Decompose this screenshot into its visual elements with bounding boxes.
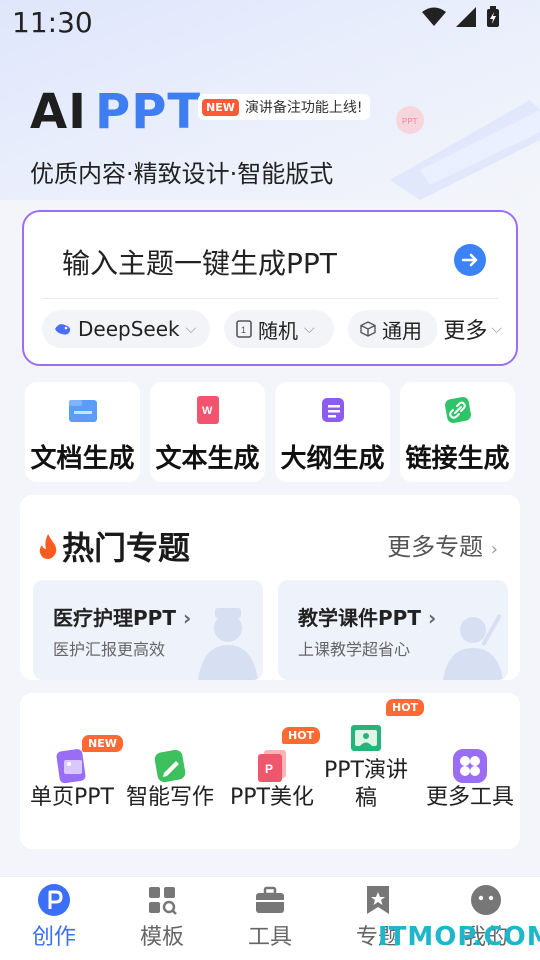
signal-icon: [456, 7, 476, 27]
tagline: 优质内容·精致设计·智能版式: [30, 160, 334, 188]
scene-chip[interactable]: 通用: [348, 310, 438, 348]
hot-badge: HOT: [282, 727, 321, 744]
svg-text:P: P: [265, 762, 273, 776]
more-options-button[interactable]: 更多 ⌵: [437, 310, 502, 348]
hot-badge: HOT: [386, 699, 425, 716]
status-time: 11:30: [12, 6, 93, 39]
deepseek-icon: [55, 324, 71, 335]
nav-create[interactable]: 创作: [14, 883, 94, 951]
tool-label: 更多工具: [425, 785, 514, 810]
style-chip[interactable]: 1 随机 ⌵: [224, 310, 334, 348]
pencil-icon: [154, 749, 186, 783]
chevron-down-icon: ⌵: [185, 321, 197, 337]
tool-label: 文本生成: [155, 444, 260, 474]
flame-icon: [39, 534, 57, 559]
nurse-illustration: [198, 608, 258, 680]
svg-text:W: W: [202, 405, 213, 417]
topic-title: 医疗护理PPT ›: [53, 606, 192, 630]
notice-text: 演讲备注功能上线!: [244, 100, 363, 116]
ppt-file-icon: P: [258, 750, 286, 782]
chevron-down-icon: ⌵: [491, 321, 502, 337]
tool-link-generate[interactable]: 链接生成: [400, 382, 515, 482]
new-tag: NEW: [202, 98, 239, 116]
presenter-icon: [351, 725, 381, 751]
hero-illustration: PPT: [390, 100, 540, 200]
chevron-down-icon: ⌵: [304, 321, 315, 337]
topic-input-card[interactable]: 输入主题一键生成PPT DeepSeek ⌵ 1 随机 ⌵ 通用 更多 ⌵: [22, 210, 518, 366]
nav-tools[interactable]: 工具: [230, 883, 310, 951]
brand-ppt: PPT: [95, 84, 202, 140]
svg-text:PPT: PPT: [402, 117, 418, 126]
tool-text-generate[interactable]: W 文本生成: [150, 382, 265, 482]
word-doc-icon: W: [196, 396, 219, 424]
more-topics-label: 更多专题: [387, 533, 484, 561]
status-bar: 11:30: [0, 0, 540, 44]
more-topics-link[interactable]: 更多专题 ›: [387, 527, 498, 562]
more-label: 更多: [443, 319, 488, 344]
model-chip[interactable]: DeepSeek ⌵: [42, 310, 210, 348]
battery-icon: [487, 6, 499, 27]
bookmark-star-icon: [367, 886, 389, 914]
page-icon: 1: [236, 320, 252, 338]
chip-label: 通用: [382, 318, 422, 343]
tool-doc-generate[interactable]: 文档生成: [25, 382, 140, 482]
outline-icon: [321, 398, 344, 422]
tool-ppt-beautify[interactable]: P PPT美化: [224, 748, 320, 812]
hot-title-text: 热门专题: [62, 529, 191, 567]
chevron-right-icon: ›: [427, 606, 437, 630]
more-tools-section: 单页PPT NEW 智能写作 P PPT美化 HOT PPT演讲稿 HOT 更多…: [20, 693, 520, 849]
tool-outline-generate[interactable]: 大纲生成: [275, 382, 390, 482]
link-icon: [444, 397, 471, 423]
teacher-illustration: [443, 614, 503, 680]
grid-dots-icon: [453, 749, 487, 783]
topic-subtitle: 上课教学超省心: [298, 640, 411, 659]
brand-ai: AI: [30, 84, 88, 140]
tool-label: PPT演讲稿: [324, 758, 408, 811]
hot-topics-title: 热门专题: [38, 523, 190, 569]
tool-smart-writing[interactable]: 智能写作: [124, 748, 216, 812]
profile-face-icon: [471, 885, 501, 915]
divider: [42, 298, 498, 299]
tool-more-tools[interactable]: 更多工具: [422, 748, 518, 812]
watermark: ITMOP.COM: [378, 922, 540, 952]
send-button[interactable]: [454, 244, 486, 276]
tool-label: 大纲生成: [280, 444, 385, 474]
new-badge: NEW: [82, 735, 123, 752]
tool-label: 链接生成: [405, 444, 510, 474]
arrow-right-icon: [461, 253, 478, 267]
tool-label: PPT美化: [230, 785, 314, 810]
tool-label: 文档生成: [30, 444, 135, 474]
chip-label: 随机: [258, 318, 298, 343]
tool-label: 单页PPT: [30, 785, 114, 810]
nav-label: 工具: [247, 925, 292, 950]
svg-text:1: 1: [241, 325, 246, 335]
topic-medical[interactable]: 医疗护理PPT › 医护汇报更高效: [33, 580, 263, 680]
topic-subtitle: 医护汇报更高效: [53, 640, 166, 659]
chevron-right-icon: ›: [182, 606, 192, 630]
create-icon: [38, 884, 70, 916]
tool-single-page[interactable]: 单页PPT: [26, 748, 118, 812]
tool-label: 智能写作: [125, 785, 214, 810]
tool-ppt-speech[interactable]: PPT演讲稿: [318, 721, 414, 813]
wifi-icon: [422, 7, 446, 26]
nav-label: 模板: [139, 925, 184, 950]
toolbox-icon: [256, 886, 284, 913]
topic-input[interactable]: 输入主题一键生成PPT: [62, 242, 337, 282]
app-title: AI PPT: [30, 84, 201, 140]
hot-topics-section: 热门专题 更多专题 › 医疗护理PPT › 医护汇报更高效 教学课件PPT › …: [20, 495, 520, 680]
feature-notice[interactable]: NEW 演讲备注功能上线!: [198, 94, 371, 120]
cube-icon: [360, 321, 376, 337]
nav-templates[interactable]: 模板: [122, 883, 202, 951]
templates-icon: [149, 887, 177, 915]
image-page-icon: [56, 749, 86, 784]
chevron-right-icon: ›: [490, 539, 498, 560]
folder-icon: [68, 400, 97, 422]
topic-title: 教学课件PPT ›: [298, 606, 437, 630]
topic-teaching[interactable]: 教学课件PPT › 上课教学超省心: [278, 580, 508, 680]
chip-label: DeepSeek: [78, 317, 180, 341]
nav-label: 创作: [31, 925, 76, 950]
